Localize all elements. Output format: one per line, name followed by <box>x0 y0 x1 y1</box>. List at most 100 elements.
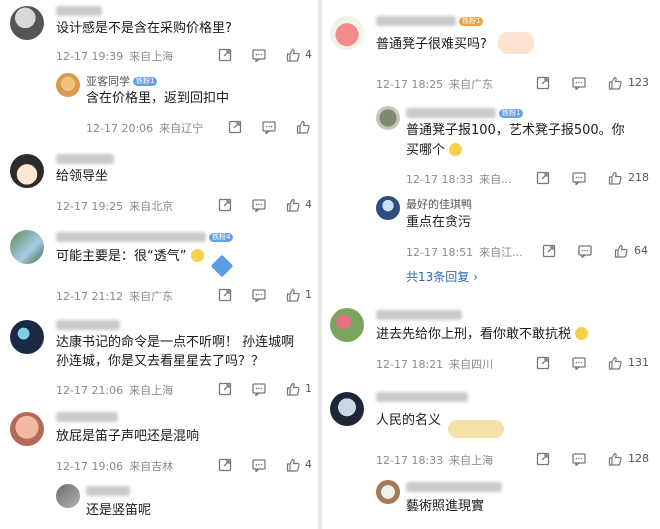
avatar[interactable] <box>10 6 44 40</box>
comment-icon[interactable] <box>262 120 276 134</box>
like-count: 218 <box>628 171 649 184</box>
avatar[interactable] <box>10 230 44 264</box>
like-icon[interactable] <box>286 48 300 62</box>
avatar[interactable] <box>56 73 80 97</box>
share-icon[interactable] <box>218 288 232 302</box>
username-blurred[interactable]: 铁粉1 <box>376 14 484 26</box>
username-blurred[interactable] <box>56 318 120 330</box>
fan-badge: 铁粉1 <box>499 108 524 118</box>
like-icon[interactable] <box>608 452 622 466</box>
fan-badge: 铁粉1 <box>133 76 158 86</box>
share-icon[interactable] <box>536 356 550 370</box>
like-count: 4 <box>305 198 312 211</box>
like-icon[interactable] <box>286 288 300 302</box>
share-icon[interactable] <box>536 171 550 185</box>
like-icon[interactable] <box>608 356 622 370</box>
share-icon[interactable] <box>218 48 232 62</box>
fan-badge: 铁粉1 <box>459 16 484 26</box>
comment-meta: 12-17 19:39 来自上海 <box>56 48 173 64</box>
avatar[interactable] <box>376 106 400 130</box>
comment-meta: 12-17 19:06 来自吉林 <box>56 458 173 474</box>
comment-icon[interactable] <box>572 452 586 466</box>
username-blurred[interactable]: 铁粉1 <box>406 106 524 118</box>
comment-meta: 12-17 18:33 来自上海 <box>376 452 493 468</box>
diamond-sticker-icon <box>210 254 234 278</box>
share-icon[interactable] <box>536 76 550 90</box>
comment-location: 来自北京 <box>129 200 174 213</box>
reply-text-line: 普通凳子报100，艺术凳子报500。你 <box>406 123 625 138</box>
smirk-emoji-icon <box>575 327 589 340</box>
avatar[interactable] <box>10 320 44 354</box>
like-icon[interactable] <box>608 76 622 90</box>
comment-location: 来自江... <box>479 246 523 259</box>
comment-date: 12-17 19:39 <box>56 50 124 63</box>
username-blurred[interactable] <box>86 484 130 496</box>
like-count: 1 <box>305 382 312 395</box>
share-icon[interactable] <box>542 244 556 258</box>
comment-text: 可能主要是：很“透气” <box>56 248 204 266</box>
comment-icon[interactable] <box>252 48 266 62</box>
reply-username[interactable]: 亚客同学 铁粉1 <box>86 73 158 88</box>
comment-icon[interactable] <box>252 458 266 472</box>
comment-icon[interactable] <box>572 76 586 90</box>
like-icon[interactable] <box>286 382 300 396</box>
fan-badge: 铁粉4 <box>209 232 234 242</box>
comment-date: 12-17 18:33 <box>406 173 474 186</box>
like-icon[interactable] <box>296 120 310 134</box>
avatar[interactable] <box>330 308 364 342</box>
username-blurred[interactable]: 铁粉4 <box>56 230 234 242</box>
avatar[interactable] <box>376 480 400 504</box>
reply-username[interactable]: 最好的佳琪鸭 <box>406 196 472 211</box>
avatar[interactable] <box>330 392 364 426</box>
comment-meta: 12-17 18:25 来自广东 <box>376 76 493 92</box>
username-blurred[interactable] <box>406 480 502 492</box>
like-icon[interactable] <box>286 198 300 212</box>
comment-text: 普通凳子很难买吗? <box>376 37 487 52</box>
like-icon[interactable] <box>614 244 628 258</box>
comment-icon[interactable] <box>572 171 586 185</box>
comment-date: 12-17 21:06 <box>56 384 124 397</box>
share-icon[interactable] <box>536 452 550 466</box>
like-count: 131 <box>628 356 649 369</box>
comment-location: 来自... <box>479 173 512 186</box>
comment-icon[interactable] <box>252 382 266 396</box>
avatar[interactable] <box>10 154 44 188</box>
comment-date: 12-17 18:25 <box>376 78 444 91</box>
like-icon[interactable] <box>286 458 300 472</box>
avatar[interactable] <box>376 196 400 220</box>
comment-icon[interactable] <box>252 198 266 212</box>
username-blurred[interactable] <box>376 390 468 402</box>
username-blurred[interactable] <box>56 410 118 422</box>
avatar[interactable] <box>56 484 80 508</box>
comment-text: 进去先给你上刑，看你敢不敢抗税 <box>376 326 589 344</box>
like-icon[interactable] <box>608 171 622 185</box>
username-blurred[interactable] <box>376 308 462 320</box>
username-blurred[interactable] <box>56 4 102 16</box>
share-icon[interactable] <box>228 120 242 134</box>
view-more-replies-link[interactable]: 共13条回复 › <box>406 268 478 285</box>
reply-text: 含在价格里，返到回扣中 <box>86 91 230 106</box>
reply-text-line: 买哪个 <box>406 142 463 160</box>
avatar[interactable] <box>10 412 44 446</box>
username-blurred[interactable] <box>56 152 114 164</box>
comment-icon[interactable] <box>252 288 266 302</box>
comment-meta: 12-17 20:06 来自辽宁 <box>86 120 203 136</box>
avatar[interactable] <box>330 16 364 50</box>
sticker-icon <box>448 420 504 438</box>
comment-date: 12-17 19:06 <box>56 460 124 473</box>
comment-meta: 12-17 18:33 来自... <box>406 171 512 187</box>
share-icon[interactable] <box>218 458 232 472</box>
like-count: 64 <box>634 244 648 257</box>
like-count: 123 <box>628 76 649 89</box>
comment-location: 来自上海 <box>449 454 494 467</box>
share-icon[interactable] <box>218 198 232 212</box>
like-count: 128 <box>628 452 649 465</box>
comment-location: 来自上海 <box>129 384 174 397</box>
comment-date: 12-17 21:12 <box>56 290 124 303</box>
comment-icon[interactable] <box>578 244 592 258</box>
comment-location: 来自上海 <box>129 50 174 63</box>
comment-text: 设计感是不是含在采购价格里? <box>56 21 232 36</box>
comment-date: 12-17 18:33 <box>376 454 444 467</box>
comment-icon[interactable] <box>572 356 586 370</box>
share-icon[interactable] <box>218 382 232 396</box>
